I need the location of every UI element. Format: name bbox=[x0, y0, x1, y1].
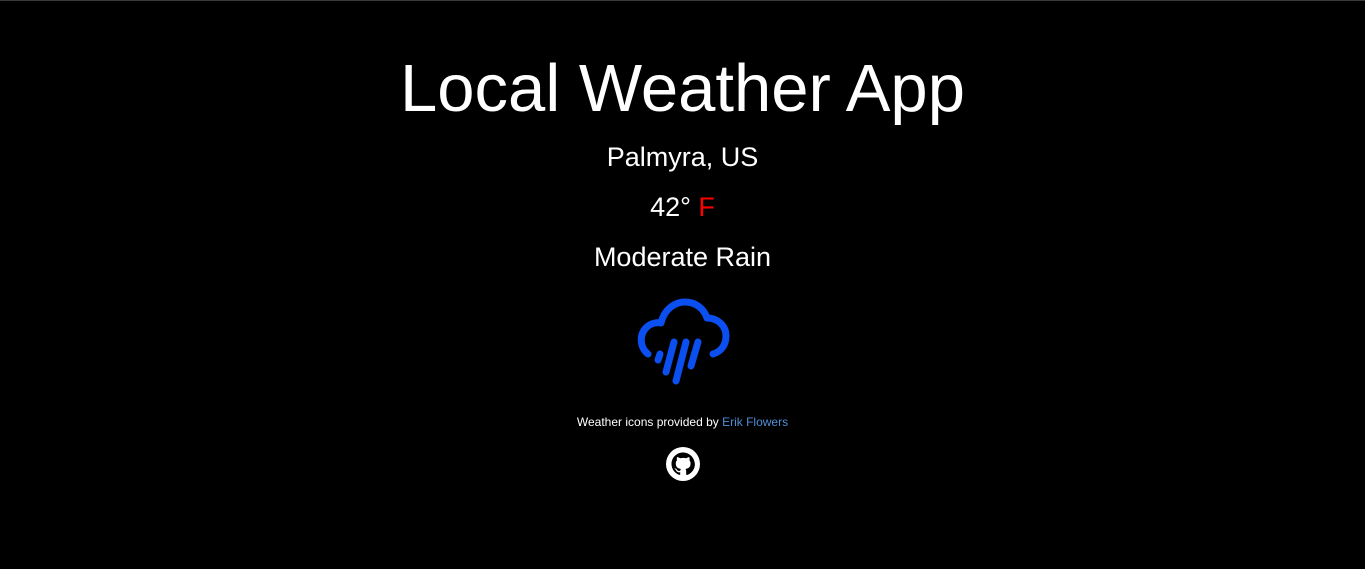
credit-link[interactable]: Erik Flowers bbox=[722, 415, 788, 429]
github-icon bbox=[666, 447, 700, 481]
icon-credit: Weather icons provided by Erik Flowers bbox=[0, 415, 1365, 430]
temperature-display: 42° F bbox=[0, 191, 1365, 223]
top-divider bbox=[0, 0, 1365, 1]
weather-page: Local Weather App Palmyra, US 42° F Mode… bbox=[0, 0, 1365, 569]
github-link[interactable] bbox=[665, 446, 701, 482]
rain-cloud-icon bbox=[637, 298, 730, 385]
page-title: Local Weather App bbox=[400, 51, 965, 126]
credit-text: Weather icons provided by bbox=[576, 415, 719, 429]
weather-condition: Moderate Rain bbox=[593, 242, 772, 272]
location-label: Palmyra, US bbox=[606, 142, 759, 172]
unit-toggle[interactable]: F bbox=[698, 192, 715, 222]
temperature-value: 42° bbox=[650, 192, 691, 222]
